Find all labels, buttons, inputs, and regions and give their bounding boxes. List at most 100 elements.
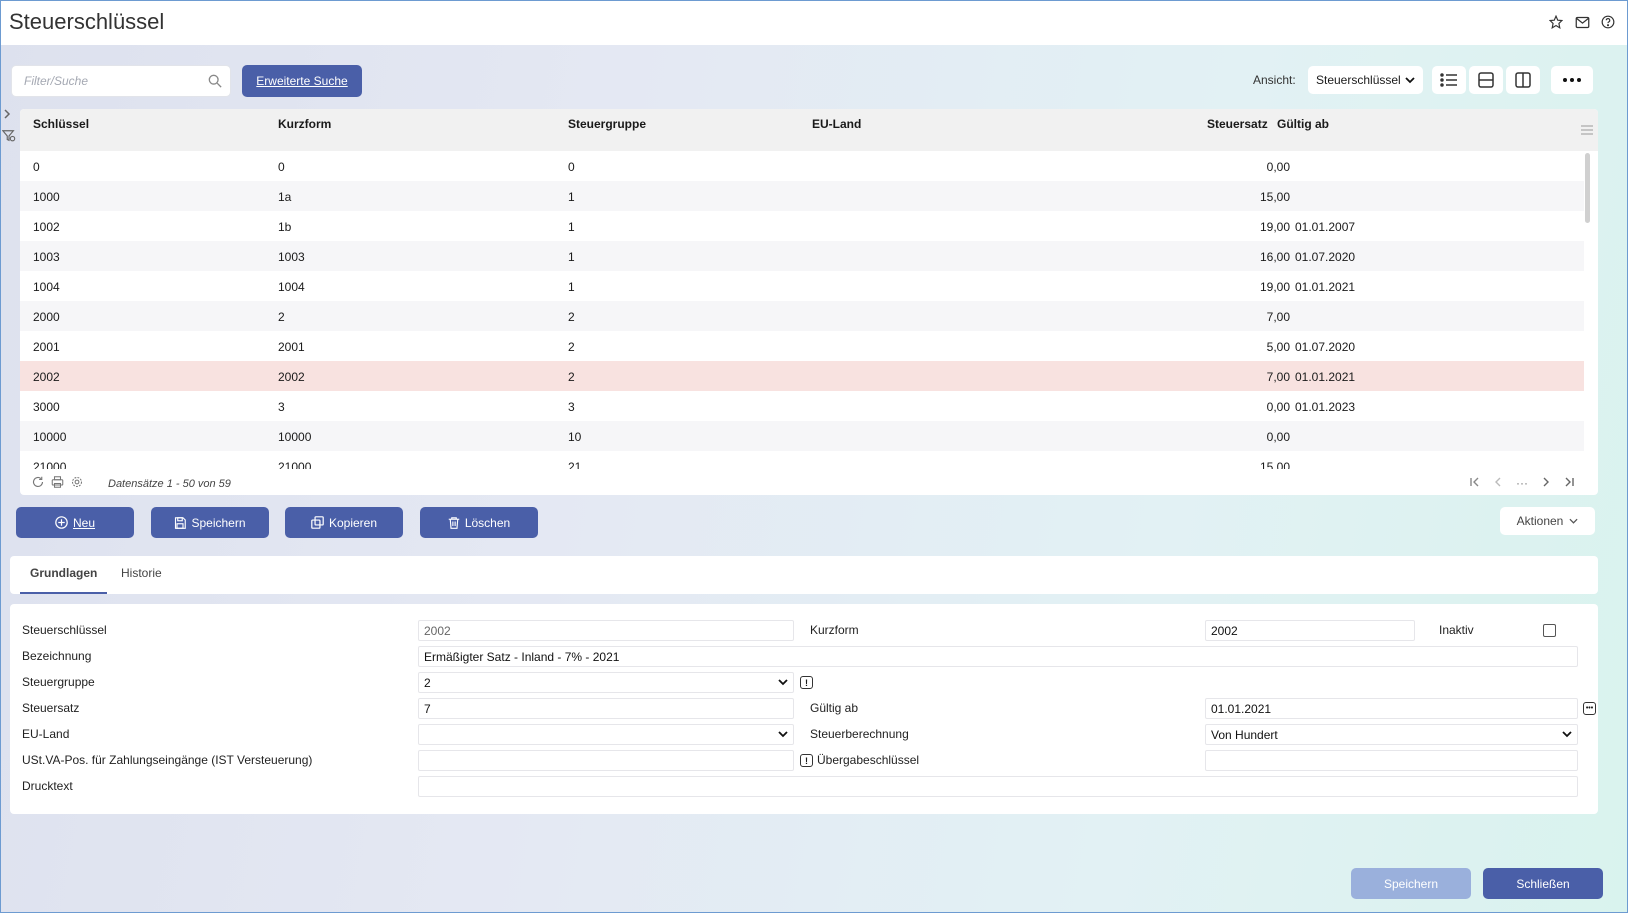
grid-scrollbar[interactable] bbox=[1585, 153, 1590, 223]
star-icon[interactable] bbox=[1547, 13, 1565, 31]
cell-valid: 01.01.2023 bbox=[1295, 400, 1356, 414]
split-vertical-icon bbox=[1515, 72, 1531, 88]
table-row[interactable]: 3000 3 3 0,00 01.01.2023 bbox=[20, 391, 1584, 421]
cell-key: 3000 bbox=[33, 400, 60, 414]
print-text-label: Drucktext bbox=[22, 779, 73, 793]
tab-history[interactable]: Historie bbox=[121, 566, 162, 590]
column-header-eu[interactable]: EU-Land bbox=[812, 117, 861, 131]
cell-valid: 01.01.2021 bbox=[1295, 370, 1356, 384]
column-header-group[interactable]: Steuergruppe bbox=[568, 117, 646, 131]
chevron-down-icon bbox=[1405, 77, 1415, 84]
actions-dropdown[interactable]: Aktionen bbox=[1500, 507, 1595, 535]
list-view-button[interactable] bbox=[1432, 66, 1466, 94]
refresh-icon[interactable] bbox=[32, 476, 44, 491]
column-menu-icon[interactable] bbox=[1580, 125, 1594, 135]
save-button[interactable]: Speichern bbox=[151, 507, 269, 538]
last-page-icon[interactable] bbox=[1564, 476, 1574, 490]
ust-field[interactable] bbox=[418, 750, 794, 771]
delete-button[interactable]: Löschen bbox=[420, 507, 538, 538]
split-horizontal-button[interactable] bbox=[1469, 66, 1503, 94]
eu-select[interactable] bbox=[418, 724, 794, 745]
group-select[interactable]: 2 bbox=[418, 672, 794, 693]
view-select[interactable]: Steuerschlüssel bbox=[1308, 66, 1423, 94]
search-icon[interactable] bbox=[208, 74, 222, 88]
table-row[interactable]: 1004 1004 1 19,00 01.01.2021 bbox=[20, 271, 1584, 301]
copy-button[interactable]: Kopieren bbox=[285, 507, 403, 538]
cell-key: 0 bbox=[33, 160, 40, 174]
more-options-button[interactable] bbox=[1551, 66, 1593, 94]
cell-short: 1003 bbox=[278, 250, 305, 264]
table-row[interactable]: 0 0 0 0,00 bbox=[20, 151, 1584, 181]
ust-info-icon[interactable]: ! bbox=[800, 754, 813, 767]
column-header-short[interactable]: Kurzform bbox=[278, 117, 331, 131]
calc-label: Steuerberechnung bbox=[810, 727, 909, 741]
copy-button-label: Kopieren bbox=[328, 515, 378, 530]
footer-save-button[interactable]: Speichern bbox=[1351, 868, 1471, 899]
cell-group: 2 bbox=[568, 370, 575, 384]
rate-field[interactable]: 7 bbox=[418, 698, 794, 719]
side-panel-toggle[interactable] bbox=[1, 108, 16, 146]
footer-close-button[interactable]: Schließen bbox=[1483, 868, 1603, 899]
cell-short: 2002 bbox=[278, 370, 305, 384]
table-row[interactable]: 10000 10000 10 0,00 bbox=[20, 421, 1584, 451]
new-button-label: Neu bbox=[72, 515, 95, 530]
next-page-icon[interactable] bbox=[1542, 476, 1550, 490]
calc-select[interactable]: Von Hundert bbox=[1205, 724, 1578, 745]
search-input[interactable] bbox=[12, 66, 230, 96]
key-field[interactable]: 2002 bbox=[418, 620, 794, 641]
table-row[interactable]: 2001 2001 2 5,00 01.07.2020 bbox=[20, 331, 1584, 361]
print-text-field[interactable] bbox=[418, 776, 1578, 797]
column-header-key[interactable]: Schlüssel bbox=[33, 117, 89, 131]
valid-date-field[interactable]: 01.01.2021 bbox=[1205, 698, 1578, 719]
cell-short: 3 bbox=[278, 400, 285, 414]
column-header-valid[interactable]: Gültig ab bbox=[1277, 117, 1329, 131]
previous-page-icon[interactable] bbox=[1494, 476, 1502, 490]
cell-group: 1 bbox=[568, 250, 575, 264]
transfer-field[interactable] bbox=[1205, 750, 1578, 771]
title-actions bbox=[1547, 13, 1617, 31]
cell-short: 0 bbox=[278, 160, 285, 174]
cell-valid: 01.07.2020 bbox=[1295, 250, 1356, 264]
first-page-icon[interactable] bbox=[1470, 476, 1480, 490]
trash-icon bbox=[448, 516, 460, 529]
advanced-search-button[interactable]: Erweiterte Suche bbox=[242, 65, 362, 97]
table-row[interactable]: 1003 1003 1 16,00 01.07.2020 bbox=[20, 241, 1584, 271]
print-icon[interactable] bbox=[51, 476, 64, 491]
transfer-label: Übergabeschlüssel bbox=[817, 753, 920, 767]
split-vertical-button[interactable] bbox=[1506, 66, 1540, 94]
new-button[interactable]: Neu bbox=[16, 507, 134, 538]
group-info-icon[interactable]: ! bbox=[800, 676, 813, 689]
short-field[interactable]: 2002 bbox=[1205, 620, 1415, 641]
table-row[interactable]: 1000 1a 1 15,00 bbox=[20, 181, 1584, 211]
name-field[interactable]: Ermäßigter Satz - Inland - 7% - 2021 bbox=[418, 646, 1578, 667]
help-icon[interactable] bbox=[1599, 13, 1617, 31]
chevron-down-icon bbox=[1569, 518, 1578, 524]
table-row[interactable]: 2000 2 2 7,00 bbox=[20, 301, 1584, 331]
cell-key: 21000 bbox=[33, 460, 67, 469]
tab-basics[interactable]: Grundlagen bbox=[20, 566, 108, 594]
detail-tabs: Grundlagen Historie bbox=[10, 556, 1598, 594]
list-icon bbox=[1440, 73, 1457, 87]
cell-rate: 16,00 bbox=[1259, 250, 1290, 264]
cell-rate: 7,00 bbox=[1266, 370, 1290, 384]
mail-icon[interactable] bbox=[1573, 13, 1591, 31]
cell-group: 3 bbox=[568, 400, 575, 414]
column-header-rate[interactable]: Steuersatz bbox=[1207, 117, 1268, 131]
view-label: Ansicht: bbox=[1253, 73, 1296, 87]
gear-icon[interactable] bbox=[71, 476, 83, 491]
inactive-checkbox[interactable] bbox=[1543, 624, 1556, 637]
record-count: Datensätze 1 - 50 von 59 bbox=[108, 478, 231, 490]
name-label: Bezeichnung bbox=[22, 649, 92, 663]
table-row[interactable]: 2002 2002 2 7,00 01.01.2021 bbox=[20, 361, 1584, 391]
calendar-icon[interactable]: ••• bbox=[1583, 702, 1596, 715]
table-row[interactable]: 21000 21000 21 15,00 bbox=[20, 451, 1584, 469]
table-row[interactable]: 1002 1b 1 19,00 01.01.2007 bbox=[20, 211, 1584, 241]
search-box bbox=[11, 65, 231, 97]
chevron-right-icon[interactable] bbox=[2, 108, 16, 123]
copy-icon bbox=[311, 516, 324, 529]
ust-label: USt.VA-Pos. für Zahlungseingänge (IST Ve… bbox=[22, 753, 313, 767]
group-label: Steuergruppe bbox=[22, 675, 95, 689]
page-ellipsis[interactable]: ··· bbox=[1516, 476, 1528, 490]
filter-settings-icon[interactable] bbox=[1, 129, 16, 146]
key-label: Steuerschlüssel bbox=[22, 623, 107, 637]
